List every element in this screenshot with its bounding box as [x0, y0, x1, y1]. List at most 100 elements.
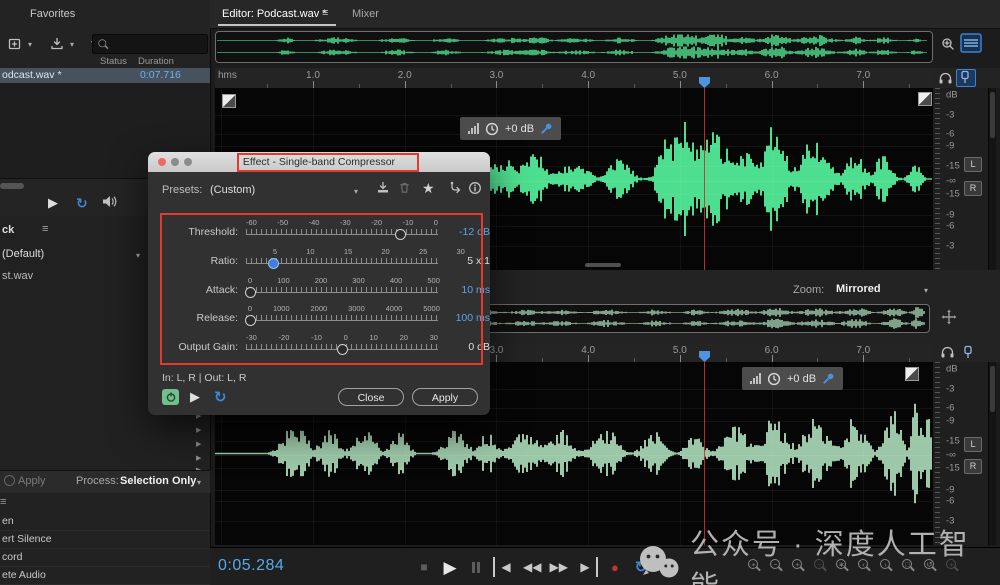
vertical-scrollbar[interactable]	[988, 88, 996, 270]
pin-icon[interactable]	[540, 122, 553, 135]
column-header-status[interactable]: Status	[100, 56, 127, 67]
import-files-icon[interactable]	[48, 36, 66, 52]
ratio-slider[interactable]: 51015202530	[246, 247, 438, 273]
tick-label: 400	[390, 276, 403, 285]
ratio-knob[interactable]	[268, 258, 279, 269]
favorites-list-item[interactable]: en	[0, 513, 210, 531]
spectral-display-toggle-icon[interactable]	[960, 33, 982, 53]
favorite-star-icon[interactable]: ★	[422, 180, 435, 197]
rack-slot-expand-icon[interactable]: ▶	[196, 440, 201, 448]
time-display[interactable]: 0:05.284	[218, 557, 284, 575]
save-preset-icon[interactable]	[376, 181, 390, 195]
threshold-value[interactable]: -12 dB	[444, 226, 490, 238]
presets-label: Presets:	[162, 184, 202, 196]
favorites-list-item[interactable]: ert Silence	[0, 531, 210, 549]
headphones-icon[interactable]	[938, 71, 953, 85]
play-button[interactable]: ▶	[441, 557, 459, 577]
channel-badge-r[interactable]: R	[964, 459, 982, 474]
headphones-icon[interactable]	[940, 345, 955, 359]
loop-preview-button[interactable]: ↻	[214, 388, 227, 406]
routing-icon[interactable]	[448, 181, 462, 195]
channel-badge-l[interactable]: L	[964, 437, 982, 452]
monitor-icon[interactable]	[956, 69, 976, 87]
tick-label: 100	[277, 276, 290, 285]
apply-button[interactable]: Apply	[412, 388, 478, 406]
ratio-value[interactable]: 5 x:1	[444, 255, 490, 267]
release-value[interactable]: 100 ms	[444, 312, 490, 324]
corner-handle-icon[interactable]	[905, 367, 919, 381]
gain-hud-bottom[interactable]: +0 dB	[742, 367, 843, 390]
rack-slot-expand-icon[interactable]: ▶	[196, 454, 201, 462]
monitor-icon[interactable]	[960, 345, 976, 359]
dialog-body: Presets: (Custom) ▾ ★ Threshold:-60-50-4…	[148, 172, 490, 415]
channel-badge-l[interactable]: L	[964, 157, 982, 172]
threshold-slider[interactable]: -60-50-40-30-20-100	[246, 218, 438, 244]
vertical-scrollbar[interactable]	[988, 362, 996, 545]
close-button[interactable]: Close	[338, 388, 404, 406]
column-header-duration[interactable]: Duration	[138, 56, 174, 67]
speaker-icon[interactable]	[102, 195, 118, 208]
panel-menu-icon[interactable]: ≡	[0, 496, 6, 508]
output-gain-slider[interactable]: -30-20-100102030	[246, 333, 438, 359]
horizontal-scrollbar[interactable]	[0, 183, 24, 189]
tick-label: 10	[370, 333, 378, 342]
effect-dialog: Effect - Single-band Compressor Presets:…	[148, 152, 490, 415]
attack-slider[interactable]: 0100200300400500	[246, 276, 438, 302]
favorites-list-item[interactable]: ete Audio	[0, 567, 210, 585]
process-select[interactable]: Selection Only	[120, 475, 196, 487]
presets-select[interactable]: (Custom)	[210, 184, 255, 196]
output-gain-knob[interactable]	[337, 344, 348, 355]
tick-label: -20	[371, 218, 382, 227]
dialog-titlebar[interactable]: Effect - Single-band Compressor	[148, 152, 490, 172]
zoom-navigate-icon[interactable]	[940, 36, 956, 52]
info-icon[interactable]	[468, 181, 482, 195]
tab-favorites[interactable]: Favorites	[30, 8, 75, 20]
favorites-list-item[interactable]: cord	[0, 549, 210, 567]
corner-handle-icon[interactable]	[222, 94, 236, 108]
effect-power-toggle[interactable]	[162, 389, 179, 405]
zoom-mode-select[interactable]: Mirrored	[836, 283, 881, 295]
release-knob[interactable]	[245, 315, 256, 326]
corner-handle-icon[interactable]	[918, 92, 932, 106]
skip-to-start-button[interactable]: ◀	[493, 557, 515, 577]
ruler-tick	[772, 355, 773, 362]
delete-preset-icon[interactable]	[398, 181, 411, 194]
loop-icon[interactable]: ↻	[76, 195, 88, 212]
tick-label: 20	[381, 247, 389, 256]
release-slider[interactable]: 010002000300040005000	[246, 304, 438, 330]
rack-slot-expand-icon[interactable]: ▶	[196, 426, 201, 434]
move-pan-icon[interactable]	[941, 309, 957, 325]
search-icon	[98, 39, 110, 51]
tick-label: 1000	[273, 304, 290, 313]
threshold-knob[interactable]	[395, 229, 406, 240]
attack-value[interactable]: 10 ms	[444, 284, 490, 296]
file-row-podcast[interactable]: odcast.wav * 0:07.716	[0, 68, 210, 83]
mini-scrollbar[interactable]	[585, 263, 621, 267]
ruler-right-corner	[932, 68, 1000, 88]
attack-knob[interactable]	[245, 287, 256, 298]
preview-play-button[interactable]: ▶	[190, 389, 200, 405]
stop-button[interactable]: ■	[415, 557, 433, 577]
file-overview-strip[interactable]	[215, 31, 933, 63]
pin-icon[interactable]	[822, 372, 835, 385]
fast-forward-button[interactable]: ▶▶	[549, 557, 567, 577]
search-input[interactable]	[92, 34, 208, 54]
tick-label: 0	[248, 304, 252, 313]
gain-hud-top[interactable]: +0 dB	[460, 117, 561, 140]
pause-button[interactable]	[467, 557, 485, 577]
record-button[interactable]: ●	[606, 557, 624, 577]
panel-menu-icon[interactable]: ≡	[322, 7, 328, 19]
channel-badge-r[interactable]: R	[964, 181, 982, 196]
output-gain-value[interactable]: 0 dB	[444, 341, 490, 353]
skip-to-end-button[interactable]: ▶	[576, 557, 598, 577]
tab-mixer[interactable]: Mixer	[352, 8, 379, 20]
preview-play-button[interactable]: ▶	[48, 195, 58, 211]
rack-power-icon[interactable]	[4, 475, 15, 486]
timeline-ruler-top[interactable]: hms 1.02.03.04.05.06.07.0	[215, 68, 932, 89]
rack-apply-button[interactable]: Apply	[18, 475, 46, 487]
new-panel-icon[interactable]	[6, 36, 24, 52]
panel-menu-icon[interactable]: ≡	[42, 223, 48, 235]
rack-preset-select[interactable]: (Default)	[2, 248, 44, 260]
rewind-button[interactable]: ◀◀	[523, 557, 541, 577]
tab-editor[interactable]: Editor: Podcast.wav *	[222, 8, 327, 20]
